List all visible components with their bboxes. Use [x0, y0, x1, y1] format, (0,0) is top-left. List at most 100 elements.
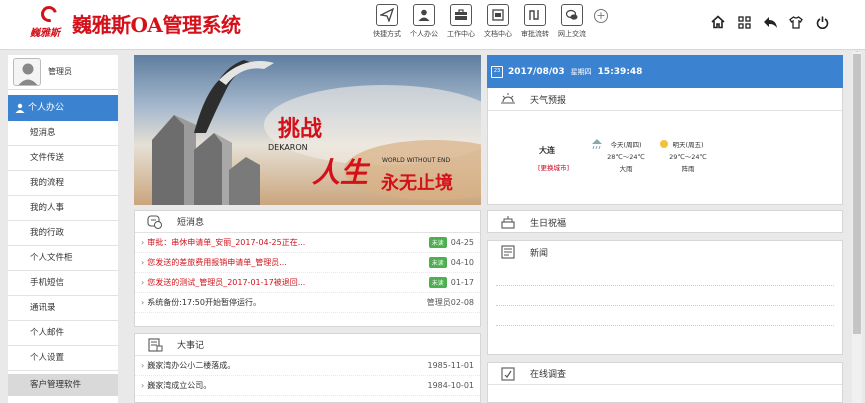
- message-text[interactable]: 您发送的测试_管理员_2017-01-17被退回...: [147, 277, 425, 288]
- sidebar-item-my-hr[interactable]: 我的人事: [8, 196, 118, 221]
- banner-slogan-2: 人生: [312, 156, 369, 189]
- news-divider: [496, 285, 834, 286]
- person-icon: [15, 103, 25, 113]
- message-row[interactable]: › 您发送的测试_管理员_2017-01-17被退回... 未读 01-17: [135, 273, 480, 293]
- sidebar-item-contacts[interactable]: 通讯录: [8, 296, 118, 321]
- sidebar-item-my-admin[interactable]: 我的行政: [8, 221, 118, 246]
- weather-tomorrow-label: 明天(周五): [672, 141, 704, 149]
- events-icon: [148, 337, 163, 352]
- event-row[interactable]: › 巍家湾办公小二楼落成。 1985-11-01: [135, 356, 480, 376]
- unread-badge: 未读: [428, 277, 447, 288]
- message-date: 管理员02-08: [426, 298, 474, 307]
- event-text[interactable]: 巍家湾办公小二楼落成。: [147, 360, 427, 371]
- arrow-icon: ›: [141, 381, 145, 390]
- current-date: 2017/08/03: [508, 66, 565, 77]
- weather-today-temp: 28℃～24℃: [607, 153, 645, 161]
- person-icon: [413, 4, 435, 26]
- user-panel: 管理员: [8, 55, 118, 90]
- toolbar-doc-center[interactable]: 文档中心: [481, 4, 515, 46]
- main-toolbar: 快捷方式 个人办公 工作中心 文档中心 审批流转 网上交流 +: [370, 4, 608, 46]
- toolbar-label: 文档中心: [484, 30, 512, 38]
- unread-badge: 未读: [428, 237, 447, 248]
- message-date: 04-10: [450, 258, 474, 267]
- sidebar-item-settings[interactable]: 个人设置: [8, 346, 118, 371]
- toolbar-label: 个人办公: [410, 30, 438, 38]
- banner-slogan-1: 挑战: [278, 116, 323, 142]
- weather-tomorrow: 明天(周五) 29℃～24℃ 阵雨: [658, 139, 718, 175]
- birthday-panel: 生日祝福: [487, 210, 843, 233]
- sidebar-item-sms[interactable]: 手机短信: [8, 271, 118, 296]
- sidebar-item-email[interactable]: 个人邮件: [8, 321, 118, 346]
- grid-icon[interactable]: [731, 12, 757, 32]
- event-date: 1985-11-01: [427, 361, 475, 370]
- weather-title: 天气预报: [530, 95, 567, 106]
- header-icon-group: [705, 12, 835, 32]
- workflow-icon: [524, 4, 546, 26]
- power-icon[interactable]: [809, 12, 835, 32]
- event-row[interactable]: › 巍家湾成立公司。 1984-10-01: [135, 376, 480, 396]
- toolbar-work-center[interactable]: 工作中心: [444, 4, 478, 46]
- sidebar-item-file-transfer[interactable]: 文件传送: [8, 146, 118, 171]
- back-icon[interactable]: [757, 12, 783, 32]
- toolbar-label: 工作中心: [447, 30, 475, 38]
- news-panel: 新闻: [487, 240, 843, 355]
- toolbar-label: 审批流转: [521, 30, 549, 38]
- sidebar-section-personal-office[interactable]: 个人办公: [8, 95, 118, 121]
- current-time: 15:39:48: [597, 66, 643, 77]
- message-date: 01-17: [450, 278, 474, 287]
- news-icon: [501, 245, 515, 259]
- add-shortcut-icon[interactable]: +: [594, 9, 608, 23]
- arrow-icon: ›: [141, 258, 145, 267]
- unread-badge: 未读: [428, 257, 447, 268]
- change-city-link[interactable]: [更换城市]: [538, 162, 569, 172]
- news-panel-header: 新闻: [488, 241, 842, 263]
- message-text[interactable]: 您发送的差旅费用报销申请单_管理员...: [147, 257, 425, 268]
- survey-panel: 在线调查: [487, 362, 843, 403]
- sidebar-section-label: 个人办公: [28, 103, 65, 113]
- message-row[interactable]: › 您发送的差旅费用报销申请单_管理员... 未读 04-10: [135, 253, 480, 273]
- toolbar-personal-office[interactable]: 个人办公: [407, 4, 441, 46]
- avatar[interactable]: [13, 58, 41, 86]
- promo-banner: 挑战 DEKARON 人生 WORLD WITHOUT END 永无止境: [134, 55, 481, 205]
- weather-today: 今天(周四) 28℃～24℃ 大雨: [596, 139, 656, 175]
- event-text[interactable]: 巍家湾成立公司。: [147, 380, 427, 391]
- sidebar-item-messages[interactable]: 短消息: [8, 121, 118, 146]
- sidebar-item-file-cabinet[interactable]: 个人文件柜: [8, 246, 118, 271]
- banner-slogan-en-2: WORLD WITHOUT END: [382, 157, 451, 164]
- toolbar-online-chat[interactable]: 网上交流: [555, 4, 589, 46]
- message-text[interactable]: 审批：串休申请单_安丽_2017-04-25正在...: [147, 237, 425, 248]
- toolbar-label: 快捷方式: [373, 30, 401, 38]
- date-bar: 23 2017/08/03 星期四 15:39:48: [487, 55, 843, 88]
- message-row[interactable]: › 审批：串休申请单_安丽_2017-04-25正在... 未读 04-25: [135, 233, 480, 253]
- arrow-icon: ›: [141, 238, 145, 247]
- message-text[interactable]: 系统备份:17:50开始暂停运行。: [147, 297, 427, 308]
- toolbar-approval[interactable]: 审批流转: [518, 4, 552, 46]
- news-divider: [496, 325, 834, 326]
- top-header: 巍雅斯 巍雅斯OA管理系统 快捷方式 个人办公 工作中心 文档中心 审批流转 网…: [0, 0, 865, 50]
- messages-title: 短消息: [177, 218, 205, 228]
- toolbar-label: 网上交流: [558, 30, 586, 38]
- banner-slogan-3: 永无止境: [381, 173, 453, 194]
- arrow-icon: ›: [141, 298, 145, 307]
- message-date: 04-25: [450, 238, 474, 247]
- scrollbar-thumb[interactable]: [853, 54, 861, 334]
- sidebar: 管理员 个人办公 短消息 文件传送 我的流程 我的人事 我的行政 个人文件柜 手…: [8, 55, 118, 403]
- page-scrollbar[interactable]: [852, 52, 862, 403]
- events-title: 大事记: [177, 341, 205, 351]
- message-row[interactable]: › 系统备份:17:50开始暂停运行。 管理员02-08: [135, 293, 480, 313]
- weather-today-label: 今天(周四): [610, 141, 642, 149]
- weather-today-desc: 大雨: [619, 165, 633, 173]
- home-icon[interactable]: [705, 12, 731, 32]
- arrow-icon: ›: [141, 278, 145, 287]
- toolbar-shortcuts[interactable]: 快捷方式: [370, 4, 404, 46]
- skin-icon[interactable]: [783, 12, 809, 32]
- birthday-title: 生日祝福: [530, 218, 567, 229]
- cake-icon: [501, 216, 515, 229]
- survey-title: 在线调查: [530, 370, 567, 380]
- messages-panel-header: 短消息: [135, 211, 480, 233]
- banner-slogan-en: DEKARON: [268, 143, 308, 152]
- sidebar-item-my-workflow[interactable]: 我的流程: [8, 171, 118, 196]
- event-date: 1984-10-01: [427, 381, 475, 390]
- briefcase-icon: [450, 4, 472, 26]
- sidebar-item-crm[interactable]: 客户管理软件: [8, 374, 118, 396]
